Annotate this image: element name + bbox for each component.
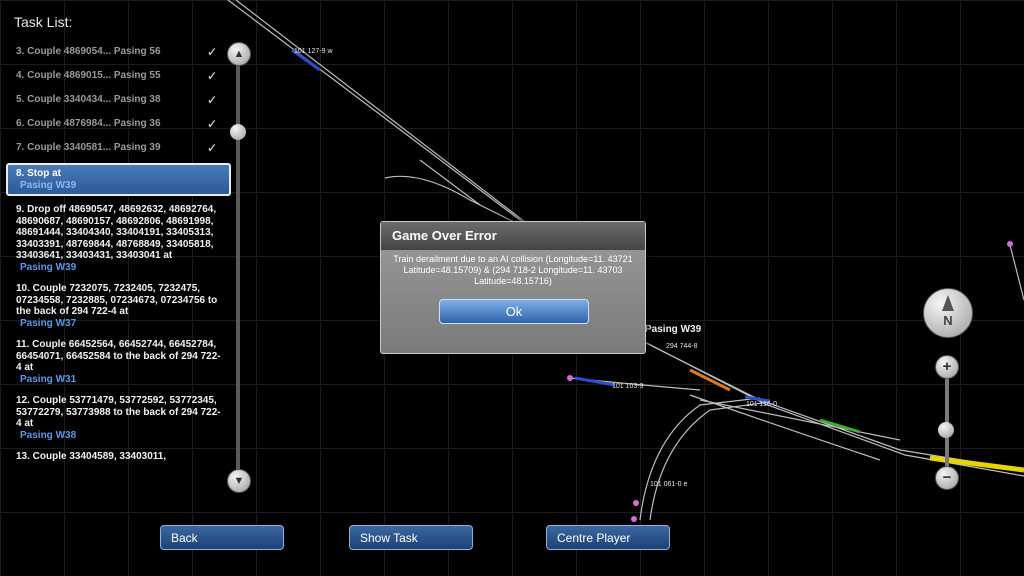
zoom-in-button[interactable]: +	[935, 355, 959, 379]
task-location: Pasing W38	[20, 429, 77, 441]
map-label-station: Pasing W39	[645, 324, 702, 335]
map-label-train-d: 101 061-0 e	[650, 481, 688, 488]
task-label: 7. Couple 3340581... Pasing 39	[16, 142, 161, 153]
marker-2	[633, 500, 639, 506]
show-task-button[interactable]: Show Task	[349, 525, 473, 550]
task-location: Pasing W31	[20, 373, 77, 385]
task-list: 3. Couple 4869054... Pasing 56 ✓ 4. Coupl…	[6, 40, 231, 471]
track-right	[1009, 244, 1024, 301]
centre-player-button[interactable]: Centre Player	[546, 525, 670, 550]
task-item[interactable]: 10. Couple 7232075, 7232405, 7232475, 07…	[6, 281, 231, 331]
marker-1	[567, 375, 573, 381]
game-over-dialog: Game Over Error Train derailment due to …	[380, 221, 646, 354]
triangle-down-icon: ▼	[233, 475, 245, 487]
marker-3	[631, 516, 637, 522]
track-branch-1	[384, 175, 521, 226]
map-label-train-a: 294 744-8	[666, 343, 698, 350]
zoom-slider-thumb[interactable]	[938, 422, 954, 438]
map-label-train-c: 101 116-0	[746, 401, 778, 408]
compass-letter: N	[943, 313, 953, 328]
task-location: Pasing W39	[20, 179, 77, 191]
check-icon: ✓	[206, 93, 217, 107]
marker-4	[1007, 241, 1013, 247]
task-label: 10. Couple 7232075, 7232405, 7232475, 07…	[16, 283, 218, 317]
track-branch-7	[689, 394, 881, 461]
check-icon: ✓	[206, 45, 217, 59]
scroll-down-button[interactable]: ▼	[227, 469, 251, 493]
highlight-orange	[689, 368, 731, 392]
task-item-completed[interactable]: 7. Couple 3340581... Pasing 39 ✓	[6, 136, 231, 160]
map-label-train-top: 101 127-9 w	[294, 48, 333, 55]
task-label: 11. Couple 66452564, 66452744, 66452784,…	[16, 339, 221, 373]
task-item-completed[interactable]: 3. Couple 4869054... Pasing 56 ✓	[6, 40, 231, 64]
task-list-title: Task List:	[14, 14, 73, 30]
compass-button[interactable]: N	[923, 288, 973, 338]
task-item-completed[interactable]: 5. Couple 3340434... Pasing 38 ✓	[6, 88, 231, 112]
back-button[interactable]: Back	[160, 525, 284, 550]
track-branch-4	[649, 401, 771, 521]
check-icon: ✓	[206, 141, 217, 155]
task-item[interactable]: 9. Drop off 48690547, 48692632, 48692764…	[6, 202, 231, 275]
track-branch-3	[639, 397, 761, 521]
task-label: 6. Couple 4876984... Pasing 36	[16, 118, 161, 129]
dialog-title: Game Over Error	[381, 222, 645, 250]
task-label: 9. Drop off 48690547, 48692632, 48692764…	[16, 204, 217, 261]
task-location: Pasing W39	[20, 261, 77, 273]
task-label: 13. Couple 33404589, 33403011,	[16, 451, 167, 462]
task-item[interactable]: 11. Couple 66452564, 66452744, 66452784,…	[6, 337, 231, 387]
ok-button[interactable]: Ok	[439, 299, 589, 324]
track-branch-6	[699, 399, 901, 441]
task-label: 5. Couple 3340434... Pasing 38	[16, 94, 161, 105]
task-item-completed[interactable]: 4. Couple 4869015... Pasing 55 ✓	[6, 64, 231, 88]
dialog-message: Train derailment due to an AI collision …	[393, 254, 633, 286]
task-label: 4. Couple 4869015... Pasing 55	[16, 70, 161, 81]
task-label: 12. Couple 53771479, 53772592, 53772345,…	[16, 395, 221, 429]
task-item[interactable]: 12. Couple 53771479, 53772592, 53772345,…	[6, 393, 231, 443]
task-scrollbar-thumb[interactable]	[230, 124, 246, 140]
scroll-up-button[interactable]: ▲	[227, 42, 251, 66]
task-item-selected[interactable]: 8. Stop at Pasing W39	[6, 163, 231, 196]
task-scrollbar-track[interactable]	[236, 52, 240, 484]
check-icon: ✓	[206, 69, 217, 83]
task-label: 8. Stop at	[16, 168, 62, 179]
triangle-up-icon: ▲	[233, 48, 245, 60]
task-item-completed[interactable]: 6. Couple 4876984... Pasing 36 ✓	[6, 112, 231, 136]
task-item[interactable]: 13. Couple 33404589, 33403011,	[6, 449, 231, 465]
map-label-train-b: 101 103-9	[612, 383, 644, 390]
task-location: Pasing W37	[20, 317, 77, 329]
task-label: 3. Couple 4869054... Pasing 56	[16, 46, 161, 57]
zoom-out-button[interactable]: −	[935, 466, 959, 490]
check-icon: ✓	[206, 117, 217, 131]
